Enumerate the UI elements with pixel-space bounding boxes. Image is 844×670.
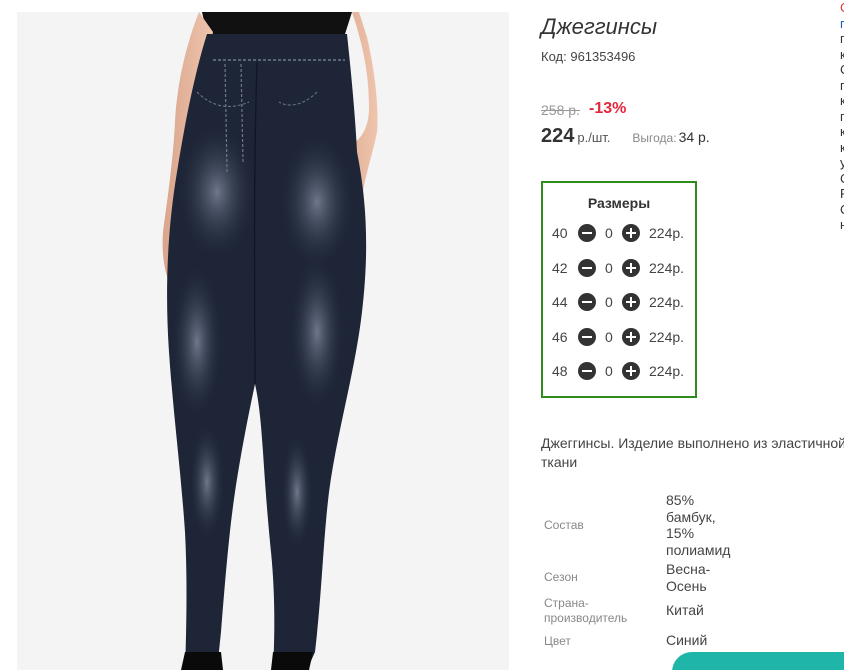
property-value-composition: 85% бамбук, 15% полиамид: [666, 492, 731, 558]
side-text: Р: [840, 186, 844, 202]
side-text: С: [840, 62, 844, 78]
old-price: 258 р.: [541, 102, 580, 118]
size-row: 44 0 224р.: [543, 291, 695, 313]
plus-icon[interactable]: [622, 224, 640, 242]
minus-icon[interactable]: [578, 293, 596, 311]
product-code: Код: 961353496: [541, 49, 635, 64]
size-row: 48 0 224р.: [543, 360, 695, 382]
minus-icon[interactable]: [578, 259, 596, 277]
minus-icon[interactable]: [578, 362, 596, 380]
minus-icon[interactable]: [578, 224, 596, 242]
plus-icon[interactable]: [622, 293, 640, 311]
side-text: к: [840, 46, 844, 62]
sizes-panel: Размеры 40 0 224р. 42 0 224р. 44 0 224р.…: [541, 181, 697, 398]
property-value-color: Синий: [666, 632, 708, 648]
side-text: п: [840, 77, 844, 93]
side-link[interactable]: С: [840, 0, 844, 16]
property-label-composition: Состав: [544, 518, 584, 532]
chat-widget-tab[interactable]: [672, 652, 844, 670]
size-price: 224р.: [649, 329, 685, 345]
side-text: С: [840, 202, 844, 218]
size-label: 42: [552, 260, 568, 276]
price-row: 224 р./шт. Выгода: 34 р.: [541, 125, 710, 148]
property-value-season: Весна-Осень: [666, 561, 711, 594]
price-unit: р./шт.: [577, 130, 611, 145]
size-label: 44: [552, 294, 568, 310]
side-text: С: [840, 171, 844, 187]
product-code-label: Код:: [541, 49, 567, 64]
size-label: 46: [552, 329, 568, 345]
size-label: 40: [552, 225, 568, 241]
property-value-country: Китай: [666, 602, 704, 618]
product-description: Джеггинсы. Изделие выполнено из эластичн…: [541, 435, 844, 470]
minus-icon[interactable]: [578, 328, 596, 346]
size-quantity: 0: [605, 260, 613, 276]
side-column: С п п к С п к п к к у С Р С н: [840, 0, 844, 240]
size-row: 42 0 224р.: [543, 257, 695, 279]
plus-icon[interactable]: [622, 362, 640, 380]
size-row: 40 0 224р.: [543, 222, 695, 244]
side-text: к: [840, 93, 844, 108]
size-quantity: 0: [605, 363, 613, 379]
property-label-season: Сезон: [544, 570, 578, 584]
side-text: у: [840, 155, 844, 170]
size-price: 224р.: [649, 260, 685, 276]
product-photo[interactable]: [17, 12, 509, 670]
product-title: Джеггинсы: [541, 14, 658, 39]
side-text: н: [840, 217, 844, 232]
side-text: п: [840, 31, 844, 46]
size-row: 46 0 224р.: [543, 326, 695, 348]
product-code-value: 961353496: [570, 49, 636, 64]
size-quantity: 0: [605, 329, 613, 345]
jeggings-image: [17, 12, 509, 670]
size-price: 224р.: [649, 225, 685, 241]
side-text: п: [840, 108, 844, 124]
plus-icon[interactable]: [622, 328, 640, 346]
size-price: 224р.: [649, 294, 685, 310]
discount-badge: -13%: [589, 100, 627, 117]
benefit-value: 34 р.: [678, 129, 710, 145]
side-link[interactable]: п: [840, 16, 844, 32]
size-price: 224р.: [649, 363, 685, 379]
size-label: 48: [552, 363, 568, 379]
plus-icon[interactable]: [622, 259, 640, 277]
sizes-title: Размеры: [587, 195, 651, 211]
size-quantity: 0: [605, 294, 613, 310]
side-text: к: [840, 139, 844, 155]
benefit-label: Выгода:: [632, 131, 677, 145]
property-label-color: Цвет: [544, 634, 571, 648]
size-quantity: 0: [605, 225, 613, 241]
property-label-country: Страна-производитель: [544, 596, 628, 625]
side-text: к: [840, 124, 844, 139]
current-price: 224: [541, 125, 575, 147]
